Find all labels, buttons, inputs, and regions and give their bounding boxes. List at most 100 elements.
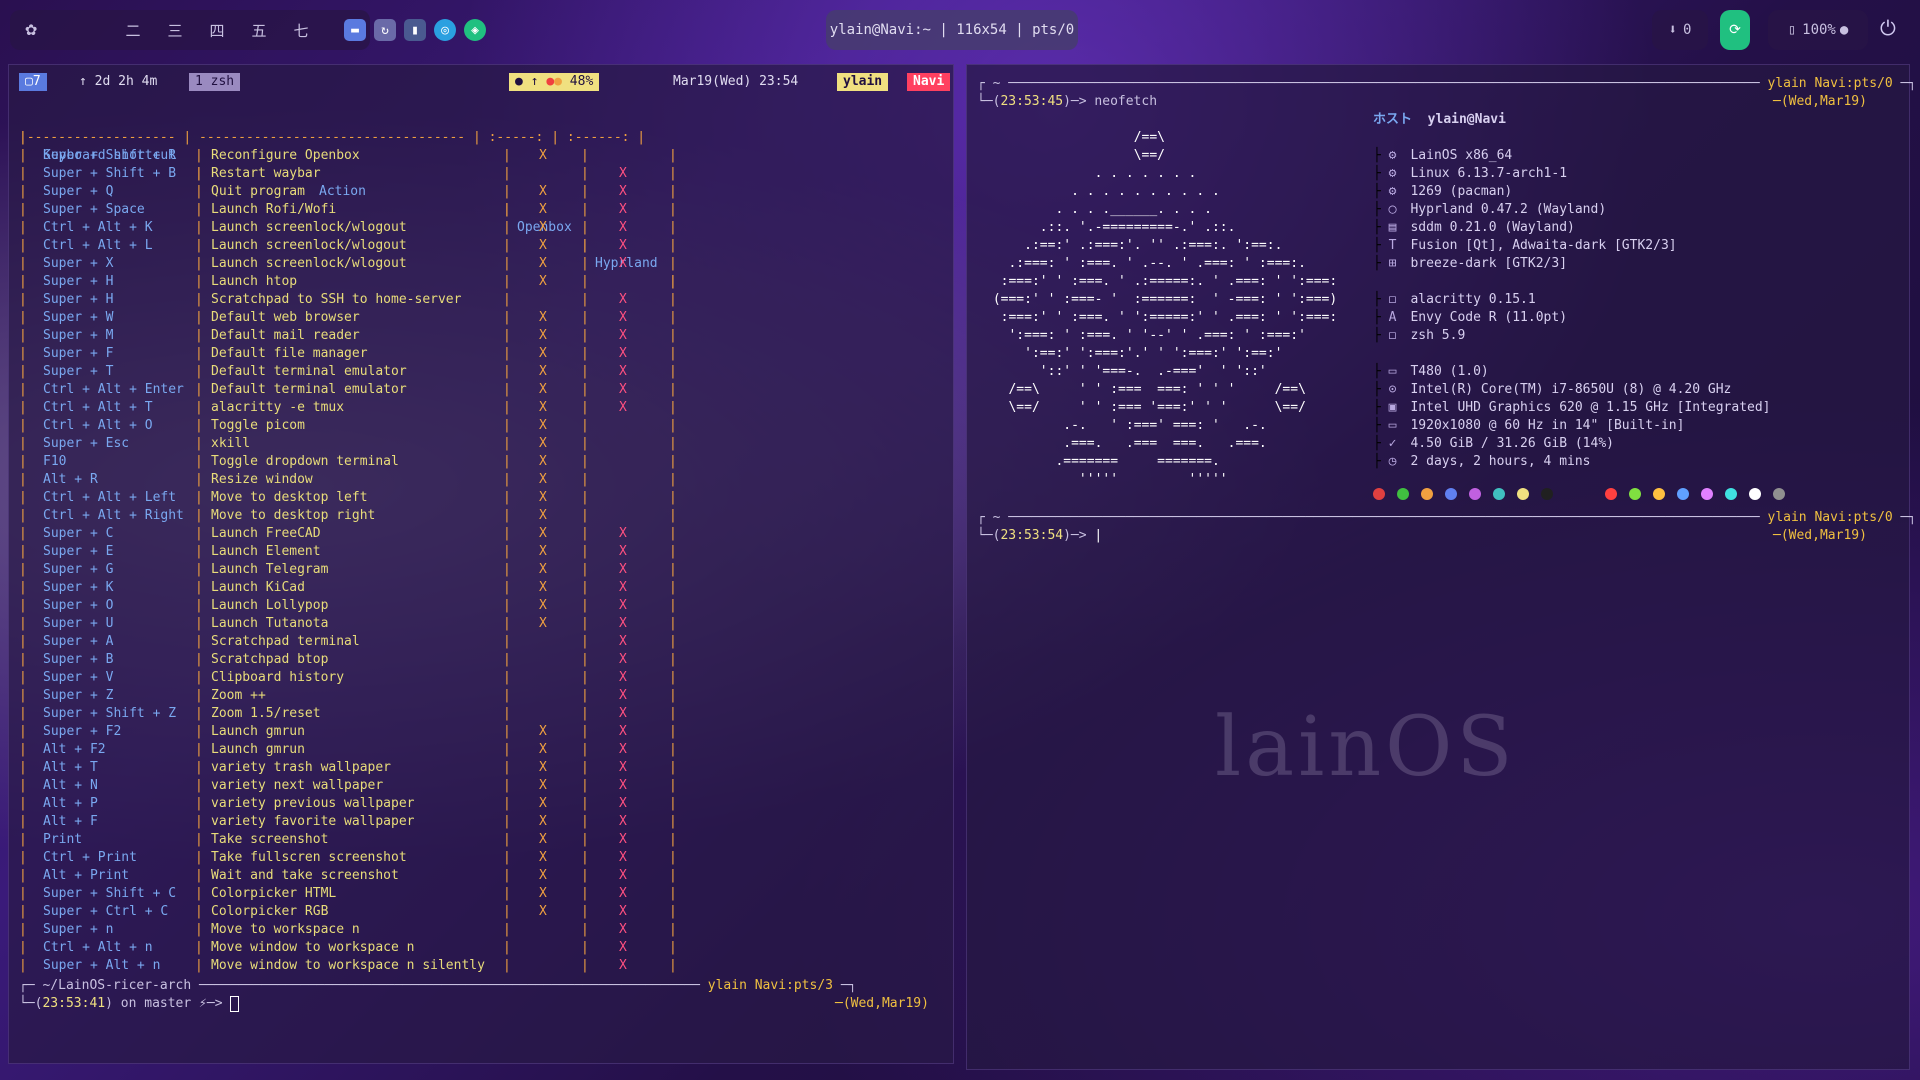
workspace-2[interactable]: 二: [112, 20, 154, 41]
table-row: | Super + F | Default file manager | X | X |: [19, 345, 679, 363]
openbox-cell: X: [539, 580, 547, 595]
table-separator: |: [195, 886, 203, 901]
table-separator: |: [669, 742, 677, 757]
table-separator: |: [503, 148, 511, 163]
lain-logo-icon[interactable]: ✿: [10, 21, 52, 39]
hyprland-cell: X: [619, 544, 627, 559]
info-line: ├ ◻ zsh 5.9: [1373, 328, 1466, 343]
terminal-right[interactable]: ┌ ~ ────────────────────────────────────…: [966, 64, 1916, 1070]
table-separator: |: [503, 940, 511, 955]
table-separator: |: [581, 580, 589, 595]
terminal-left[interactable]: ▢7 ↑ 2d 2h 4m 1 zsh ● ↑ ●● 48% Mar19(Wed…: [8, 64, 954, 1064]
info-icon: ◷: [1388, 454, 1397, 469]
browser-icon[interactable]: ◎: [434, 19, 456, 41]
table-separator: |: [19, 958, 27, 973]
action-cell: Scratchpad terminal: [211, 634, 360, 649]
table-separator: |: [195, 508, 203, 523]
info-icon: ⊞: [1388, 256, 1397, 271]
info-value: 4.50 GiB / 31.26 GiB (14%): [1410, 436, 1614, 451]
table-separator: |: [581, 706, 589, 721]
table-separator: |: [503, 580, 511, 595]
table-separator: |: [503, 868, 511, 883]
workspace-4[interactable]: 四: [196, 20, 238, 41]
table-separator: |: [581, 274, 589, 289]
table-separator: |: [669, 634, 677, 649]
info-line: ├ ⚙ LainOS x86_64: [1373, 148, 1513, 163]
network-icon[interactable]: ⟳: [1720, 10, 1750, 50]
table-row: | Ctrl + Alt + Right | Move to desktop righ…: [19, 507, 679, 525]
updates-widget[interactable]: ⬇ 0: [1652, 10, 1708, 50]
shortcut-cell: Super + U: [43, 616, 114, 631]
table-separator: |: [19, 292, 27, 307]
table-separator: |: [669, 544, 677, 559]
table-separator: |: [19, 454, 27, 469]
openbox-cell: X: [539, 544, 547, 559]
neofetch-title: ホスト ylain@Navi: [1373, 112, 1506, 127]
info-line: ├ ◻ alacritty 0.15.1: [1373, 292, 1536, 307]
table-separator: |: [19, 310, 27, 325]
table-separator: |: [503, 382, 511, 397]
file-icon[interactable]: ▮: [404, 19, 426, 41]
shortcut-cell: Super + Alt + n: [43, 958, 161, 973]
info-icon: ▤: [1388, 220, 1397, 235]
table-separator: |: [581, 544, 589, 559]
workspace-5[interactable]: 五: [238, 20, 280, 41]
table-row: | Ctrl + Alt + T | alacritty -e tmux | X | X |: [19, 399, 679, 417]
ascii-line: /==\: [985, 130, 1166, 145]
info-icon: ◯: [1388, 202, 1397, 217]
action-cell: variety favorite wallpaper: [211, 814, 415, 829]
table-separator: |: [195, 940, 203, 955]
lainos-watermark: lainOS: [1215, 700, 1517, 795]
tmux-user: ylain: [837, 73, 889, 91]
prompt-line-2[interactable]: └─(23:53:54)─> |: [977, 527, 1102, 545]
table-separator: |: [503, 328, 511, 343]
info-line: ├ ⚙ 1269 (pacman): [1373, 184, 1513, 199]
table-separator: |: [581, 850, 589, 865]
ascii-line: .:==:' .:===:'. '' .:===:. ':==:.: [985, 238, 1283, 253]
table-separator: |: [503, 220, 511, 235]
sync-icon[interactable]: ◈: [464, 19, 486, 41]
table-separator: |: [581, 778, 589, 793]
table-separator: |: [581, 418, 589, 433]
workspace-3[interactable]: 三: [154, 20, 196, 41]
hyprland-cell: X: [619, 724, 627, 739]
volume-widget[interactable]: ▯ 100% ●: [1768, 10, 1868, 50]
prompt-line[interactable]: └─(23:53:41) on master ⚡─>: [19, 995, 240, 1013]
info-icon: T: [1388, 238, 1397, 253]
folder-icon[interactable]: ▬: [344, 19, 366, 41]
table-separator: |: [19, 796, 27, 811]
power-icon[interactable]: ⏻: [1880, 16, 1896, 40]
shortcut-cell: Super + G: [43, 562, 114, 577]
openbox-cell: X: [539, 364, 547, 379]
table-separator: |: [195, 526, 203, 541]
table-separator: |: [669, 436, 677, 451]
table-row: | Super + A | Scratchpad terminal | | X |: [19, 633, 679, 651]
action-cell: Scratchpad to SSH to home-server: [211, 292, 462, 307]
palette-swatch: [1629, 488, 1641, 500]
table-row: | Super + W | Default web browser | X | X |: [19, 309, 679, 327]
hyprland-cell: X: [619, 832, 627, 847]
hyprland-cell: X: [619, 796, 627, 811]
openbox-cell: X: [539, 418, 547, 433]
openbox-cell: X: [539, 328, 547, 343]
table-separator: |: [19, 238, 27, 253]
table-row: | Super + n | Move to workspace n | | X |: [19, 921, 679, 939]
info-line: ├ ▣ Intel UHD Graphics 620 @ 1.15 GHz [I…: [1373, 400, 1771, 415]
openbox-cell: X: [539, 832, 547, 847]
hyprland-cell: X: [619, 670, 627, 685]
shortcut-cell: Super + Q: [43, 184, 114, 199]
table-separator: |: [19, 274, 27, 289]
workspace-7[interactable]: 七: [280, 20, 322, 41]
table-row: | Alt + R | Resize window | X | |: [19, 471, 679, 489]
table-separator: |: [19, 382, 27, 397]
update-icon[interactable]: ↻: [374, 19, 396, 41]
openbox-cell: X: [539, 616, 547, 631]
table-separator: |: [195, 742, 203, 757]
table-separator: |: [669, 274, 677, 289]
action-cell: Default web browser: [211, 310, 360, 325]
table-separator: |: [195, 472, 203, 487]
shortcut-cell: Super + Esc: [43, 436, 130, 451]
table-separator: |: [669, 562, 677, 577]
shortcut-cell: Super + Z: [43, 688, 114, 703]
table-separator: |: [669, 958, 677, 973]
